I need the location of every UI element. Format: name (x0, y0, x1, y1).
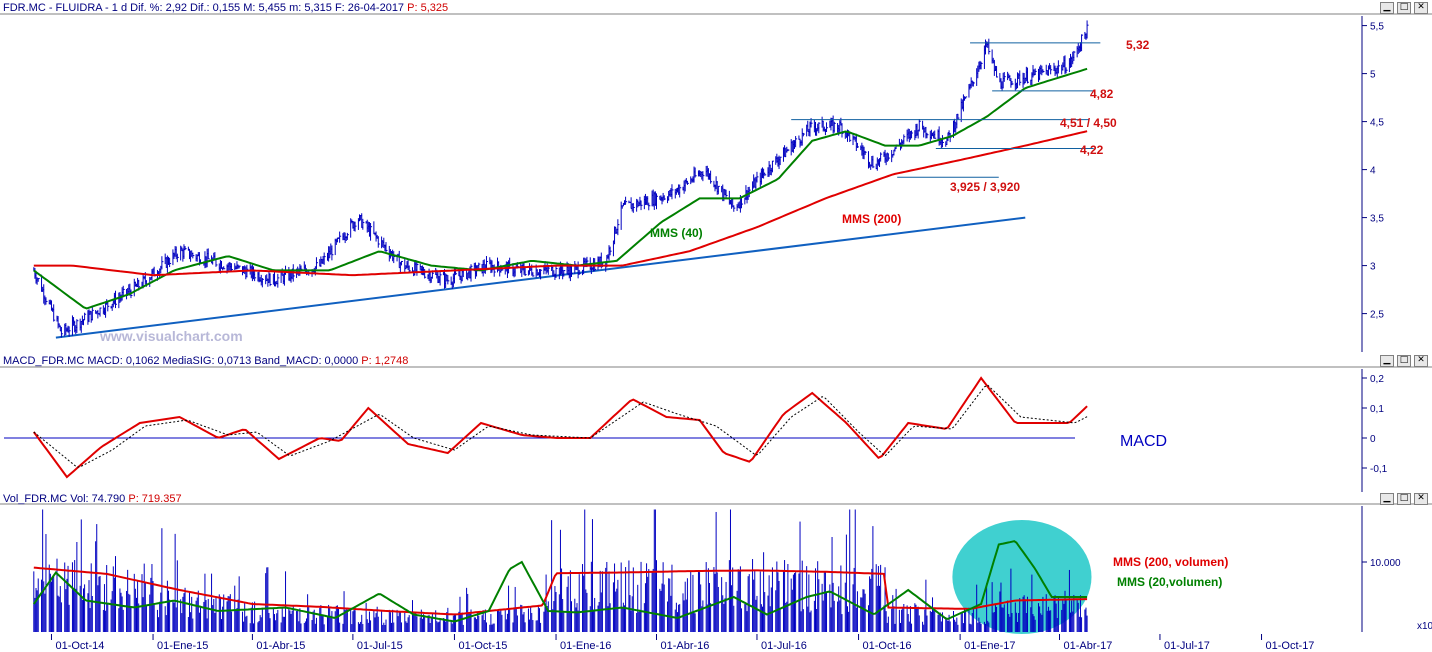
price-ytick-label: 4,5 (1370, 118, 1384, 129)
restore-button[interactable]: □ (1397, 2, 1411, 14)
volume-window-buttons: ▁ □ ✕ (1380, 493, 1428, 505)
price-header-text: FDR.MC - FLUIDRA - 1 d Dif. %: 2,92 Dif.… (3, 2, 405, 14)
price-ytick-label: 5,5 (1370, 22, 1384, 33)
minimize-button[interactable]: ▁ (1380, 355, 1394, 367)
price-window-buttons: ▁ □ ✕ (1380, 2, 1428, 14)
x-tick-label: 01-Jul-17 (1164, 640, 1210, 652)
macd-label: MACD (1120, 433, 1167, 450)
macd-header-text: MACD_FDR.MC MACD: 0,1062 MediaSIG: 0,071… (3, 355, 359, 367)
price-header: FDR.MC - FLUIDRA - 1 d Dif. %: 2,92 Dif.… (3, 2, 448, 14)
price-ytick-label: 4 (1370, 166, 1376, 177)
x-tick-label: 01-Jul-16 (761, 640, 807, 652)
minimize-button[interactable]: ▁ (1380, 493, 1394, 505)
restore-button[interactable]: □ (1397, 355, 1411, 367)
close-button[interactable]: ✕ (1414, 2, 1428, 14)
volume-header-text: Vol_FDR.MC Vol: 74.790 (3, 493, 126, 505)
price-header-p-value: P: 5,325 (407, 2, 449, 14)
level-label: 4,51 / 4,50 (1060, 116, 1117, 130)
volume-legend-mms-20: MMS (20,volumen) (1117, 575, 1222, 589)
macd-header-p-value: P: 1,2748 (361, 355, 409, 367)
macd-header: MACD_FDR.MC MACD: 0,1062 MediaSIG: 0,071… (3, 355, 408, 367)
macd-window-buttons: ▁ □ ✕ (1380, 355, 1428, 367)
volume-unit-note: x10 (1417, 621, 1432, 632)
minimize-button[interactable]: ▁ (1380, 2, 1394, 14)
price-ytick-label: 3 (1370, 262, 1376, 273)
x-tick-label: 01-Ene-16 (560, 640, 611, 652)
x-tick-label: 01-Jul-15 (357, 640, 403, 652)
annotation-mms-40: MMS (40) (650, 226, 703, 240)
macd-ytick-label: 0,2 (1370, 374, 1384, 385)
x-tick-label: 01-Ene-15 (157, 640, 208, 652)
price-panel: 2,533,544,555,5www.visualchart.com5,324,… (0, 13, 1432, 352)
x-tick-label: 01-Abr-17 (1063, 640, 1112, 652)
restore-button[interactable]: □ (1397, 493, 1411, 505)
chart-canvas: 2,533,544,555,5www.visualchart.com5,324,… (0, 13, 1432, 652)
volume-panel: 10.000 x10 MMS (200, volumen) MMS (20,volum… (0, 503, 1432, 634)
macd-ytick-label: 0,1 (1370, 404, 1384, 415)
macd-ytick-label: -0,1 (1370, 464, 1388, 475)
volume-legend-mms-200: MMS (200, volumen) (1113, 555, 1228, 569)
volume-header-p-value: P: 719.357 (128, 493, 182, 505)
volume-bars (33, 509, 1088, 632)
x-tick-label: 01-Oct-14 (55, 640, 104, 652)
volume-ytick-label: 10.000 (1370, 558, 1401, 569)
level-label: 5,32 (1126, 38, 1150, 52)
x-tick-label: 01-Oct-15 (458, 640, 507, 652)
macd-panel: -0,1 0 0,1 0,2 MACD (0, 366, 1432, 492)
x-tick-label: 01-Oct-17 (1266, 640, 1315, 652)
x-tick-label: 01-Abr-15 (256, 640, 305, 652)
close-button[interactable]: ✕ (1414, 355, 1428, 367)
x-tick-label: 01-Abr-16 (661, 640, 710, 652)
price-ytick-label: 2,5 (1370, 310, 1384, 321)
x-tick-label: 01-Ene-17 (964, 640, 1015, 652)
price-ytick-label: 5 (1370, 70, 1376, 81)
x-tick-label: 01-Oct-16 (863, 640, 912, 652)
price-ytick-label: 3,5 (1370, 214, 1384, 225)
level-label: 3,925 / 3,920 (950, 180, 1020, 194)
volume-header: Vol_FDR.MC Vol: 74.790 P: 719.357 (3, 493, 182, 505)
date-axis: 01-Oct-14 01-Ene-15 01-Abr-15 01-Jul-15 01-O… (50, 634, 1315, 652)
price-bars (33, 20, 1089, 338)
level-label: 4,22 (1080, 143, 1104, 157)
annotation-mms-200: MMS (200) (842, 212, 901, 226)
level-label: 4,82 (1090, 87, 1114, 101)
close-button[interactable]: ✕ (1414, 493, 1428, 505)
macd-ytick-label: 0 (1370, 434, 1376, 445)
